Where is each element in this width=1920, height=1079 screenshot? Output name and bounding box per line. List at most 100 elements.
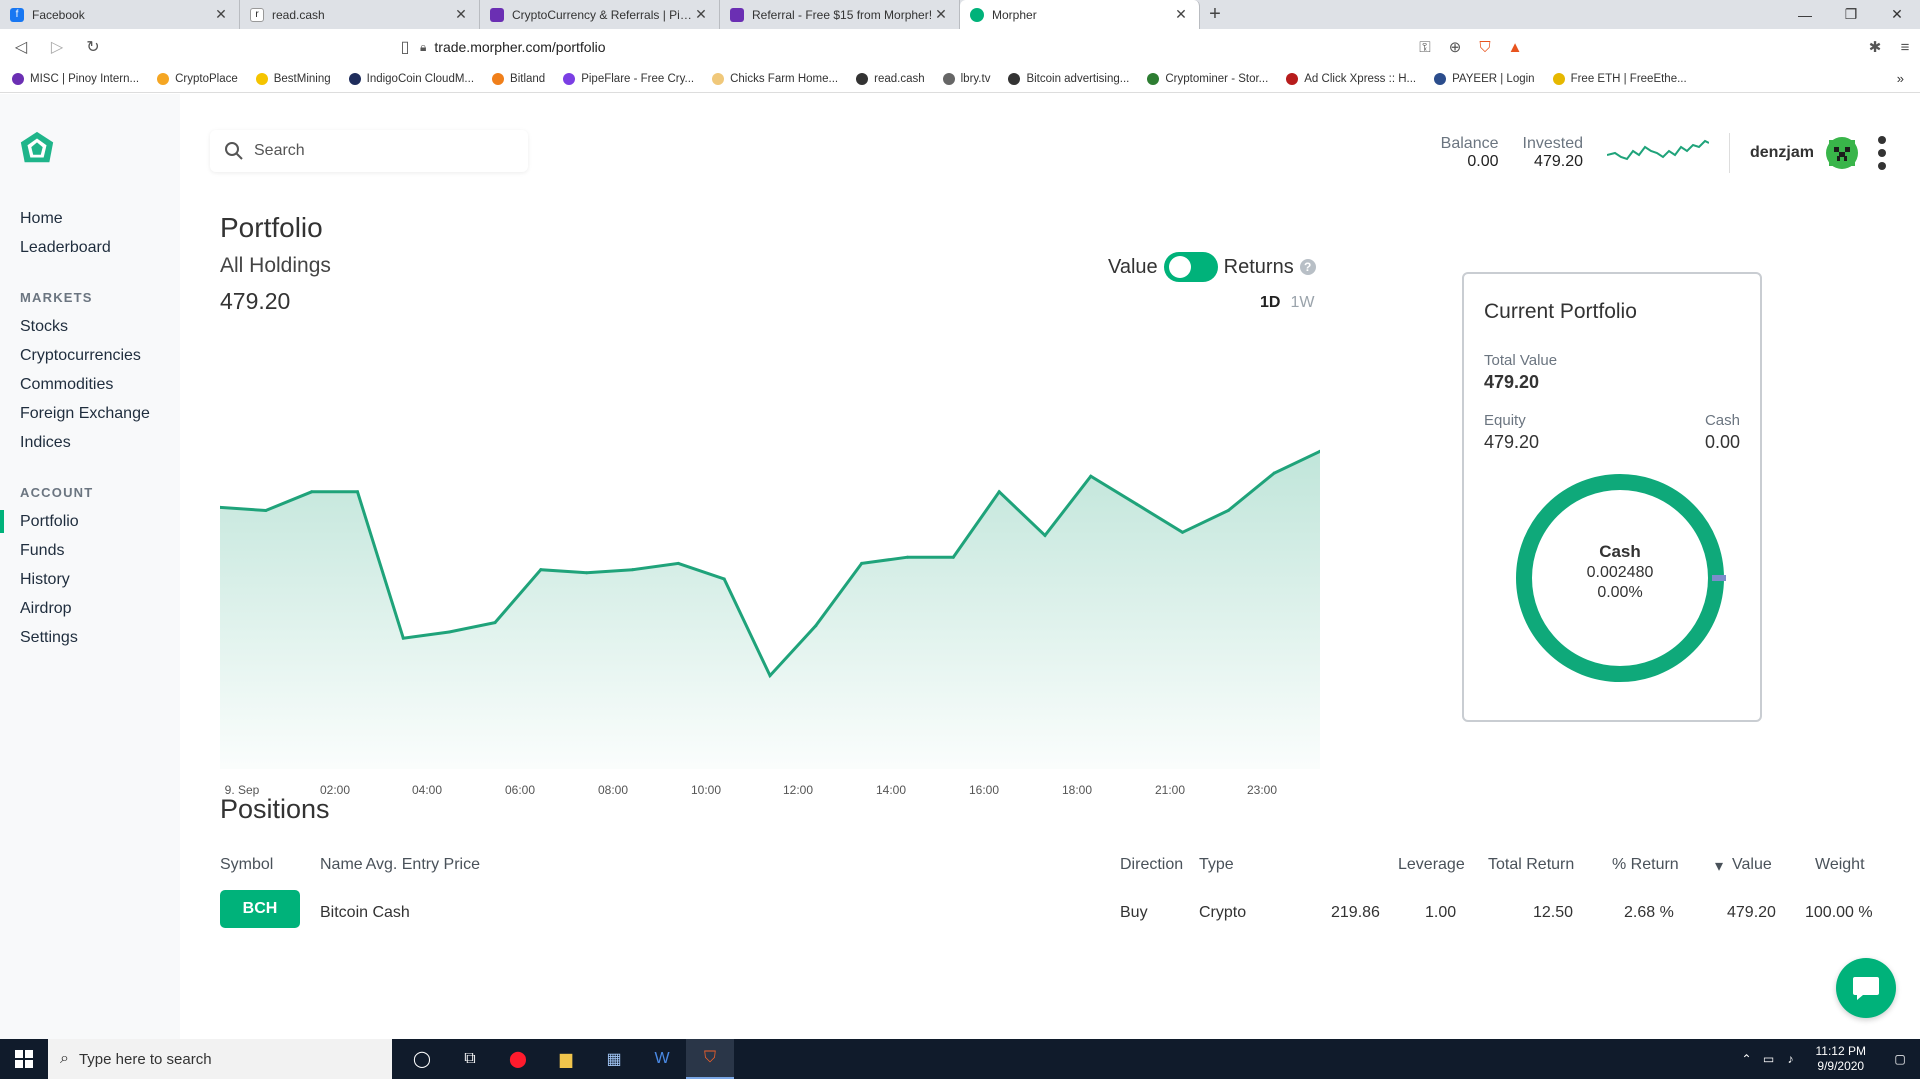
col-type[interactable]: Type: [1199, 856, 1234, 874]
start-button[interactable]: [0, 1039, 48, 1079]
chart-point[interactable]: [951, 555, 955, 559]
chart-point[interactable]: [310, 490, 314, 494]
bookmark-item[interactable]: read.cash: [856, 72, 925, 85]
sidebar-item-indices[interactable]: Indices: [0, 428, 180, 457]
brave-browser-icon[interactable]: ⛉: [686, 1039, 734, 1079]
range-1w-button[interactable]: 1W: [1290, 294, 1314, 312]
word-icon[interactable]: W: [638, 1039, 686, 1079]
chart-point[interactable]: [401, 636, 405, 640]
forward-icon[interactable]: ▷: [42, 32, 72, 62]
brave-shield-icon[interactable]: ⛉: [1470, 33, 1500, 61]
bookmark-item[interactable]: MISC | Pinoy Intern...: [12, 72, 139, 85]
close-tab-icon[interactable]: ✕: [213, 6, 229, 23]
bookmark-item[interactable]: IndigoCoin CloudM...: [348, 72, 474, 85]
close-tab-icon[interactable]: ✕: [693, 6, 709, 23]
chart-point[interactable]: [493, 621, 497, 625]
taskbar-search-box[interactable]: ⌕ Type here to search: [48, 1039, 392, 1079]
bookmark-item[interactable]: lbry.tv: [942, 72, 990, 85]
chart-point[interactable]: [676, 561, 680, 565]
close-tab-icon[interactable]: ✕: [933, 6, 949, 23]
sidebar-item-cryptocurrencies[interactable]: Cryptocurrencies: [0, 341, 180, 370]
bookmark-item[interactable]: PAYEER | Login: [1434, 72, 1535, 85]
opera-icon[interactable]: ⬤: [494, 1039, 542, 1079]
browser-tab-morpher[interactable]: Morpher ✕: [960, 0, 1200, 29]
chart-point[interactable]: [539, 568, 543, 572]
portfolio-value-chart[interactable]: 9. Sep 02:00 04:00 06:00 08:00 10:00 12:00 14:0…: [220, 389, 1320, 809]
network-icon[interactable]: ▭: [1758, 1052, 1780, 1066]
bookmark-icon[interactable]: ▯: [390, 32, 420, 62]
chart-point[interactable]: [1272, 471, 1276, 475]
chart-point[interactable]: [814, 624, 818, 628]
chart-point[interactable]: [860, 561, 864, 565]
brave-rewards-icon[interactable]: ▲: [1500, 33, 1530, 61]
sidebar-item-portfolio[interactable]: Portfolio: [0, 507, 180, 536]
notifications-icon[interactable]: ▢: [1880, 1052, 1920, 1066]
minimize-icon[interactable]: —: [1782, 0, 1828, 29]
chart-point[interactable]: [997, 490, 1001, 494]
cortana-icon[interactable]: ◯: [398, 1039, 446, 1079]
more-options-icon[interactable]: [1872, 136, 1892, 170]
position-name[interactable]: Bitcoin Cash: [320, 904, 410, 922]
restore-icon[interactable]: ❐: [1828, 0, 1874, 29]
bookmark-item[interactable]: BestMining: [255, 72, 331, 85]
chart-point[interactable]: [1135, 502, 1139, 506]
sidebar-item-leaderboard[interactable]: Leaderboard: [0, 233, 180, 262]
search-box[interactable]: [210, 130, 528, 172]
url-field[interactable]: 🔒︎ trade.morpher.com/portfolio: [420, 34, 1480, 60]
bookmark-item[interactable]: PipeFlare - Free Cry...: [563, 72, 694, 85]
help-icon[interactable]: ?: [1299, 259, 1316, 275]
chart-point[interactable]: [1226, 508, 1230, 512]
col-weight[interactable]: Weight: [1815, 856, 1865, 874]
chart-point[interactable]: [1043, 533, 1047, 537]
chart-point[interactable]: [1089, 474, 1093, 478]
sidebar-item-foreign-exchange[interactable]: Foreign Exchange: [0, 399, 180, 428]
close-tab-icon[interactable]: ✕: [1173, 6, 1189, 23]
chart-point[interactable]: [356, 490, 359, 494]
chart-point[interactable]: [585, 571, 589, 575]
col-name[interactable]: Name: [320, 856, 363, 874]
reload-icon[interactable]: ↻: [78, 32, 108, 62]
toggle-value-label[interactable]: Value: [1108, 256, 1158, 279]
chart-point[interactable]: [768, 674, 772, 678]
search-input[interactable]: [254, 142, 514, 160]
value-returns-switch[interactable]: [1163, 252, 1218, 282]
bookmark-item[interactable]: Chicks Farm Home...: [712, 72, 838, 85]
sidebar-item-stocks[interactable]: Stocks: [0, 312, 180, 341]
clock[interactable]: 11:12 PM 9/9/2020: [1816, 1044, 1866, 1074]
col-value[interactable]: Value: [1732, 856, 1772, 874]
sort-desc-icon[interactable]: ▾: [1715, 856, 1723, 876]
sidebar-item-history[interactable]: History: [0, 565, 180, 594]
calculator-icon[interactable]: ▦: [590, 1039, 638, 1079]
file-explorer-icon[interactable]: ▆: [542, 1039, 590, 1079]
bookmark-item[interactable]: CryptoPlace: [157, 72, 238, 85]
col-total-return[interactable]: Total Return: [1488, 856, 1574, 874]
sidebar-item-airdrop[interactable]: Airdrop: [0, 594, 180, 623]
bookmark-item[interactable]: Ad Click Xpress :: H...: [1286, 72, 1416, 85]
chart-point[interactable]: [906, 555, 909, 559]
symbol-badge[interactable]: BCH: [220, 890, 300, 928]
toggle-returns-label[interactable]: Returns: [1224, 256, 1294, 279]
browser-tab-referral[interactable]: Referral - Free $15 from Morpher! ✕: [720, 0, 960, 29]
sidebar-item-funds[interactable]: Funds: [0, 536, 180, 565]
browser-tab-cryptocurrency[interactable]: CryptoCurrency & Referrals | Pinoy ✕: [480, 0, 720, 29]
close-tab-icon[interactable]: ✕: [453, 6, 469, 23]
sidebar-item-commodities[interactable]: Commodities: [0, 370, 180, 399]
col-symbol[interactable]: Symbol: [220, 856, 273, 874]
chart-point[interactable]: [1181, 530, 1184, 534]
morpher-logo-icon[interactable]: [18, 130, 56, 168]
avatar[interactable]: [1826, 137, 1858, 169]
table-row[interactable]: BCH Bitcoin Cash Buy Crypto 219.86 1.00 …: [220, 886, 1880, 940]
chevron-up-icon[interactable]: ⌃: [1736, 1052, 1758, 1066]
browser-tab-facebook[interactable]: f Facebook ✕: [0, 0, 240, 29]
new-tab-button[interactable]: +: [1200, 0, 1230, 29]
back-icon[interactable]: ◁: [6, 32, 36, 62]
menu-icon[interactable]: ≡: [1890, 33, 1920, 61]
zoom-icon[interactable]: ⊕: [1440, 33, 1470, 61]
col-pct-return[interactable]: % Return: [1612, 856, 1679, 874]
key-icon[interactable]: ⚿: [1410, 33, 1440, 61]
volume-icon[interactable]: ♪: [1780, 1052, 1802, 1066]
chat-button[interactable]: [1836, 958, 1896, 1018]
close-window-icon[interactable]: ✕: [1874, 0, 1920, 29]
chart-point[interactable]: [447, 630, 451, 634]
username[interactable]: denzjam: [1750, 144, 1814, 162]
